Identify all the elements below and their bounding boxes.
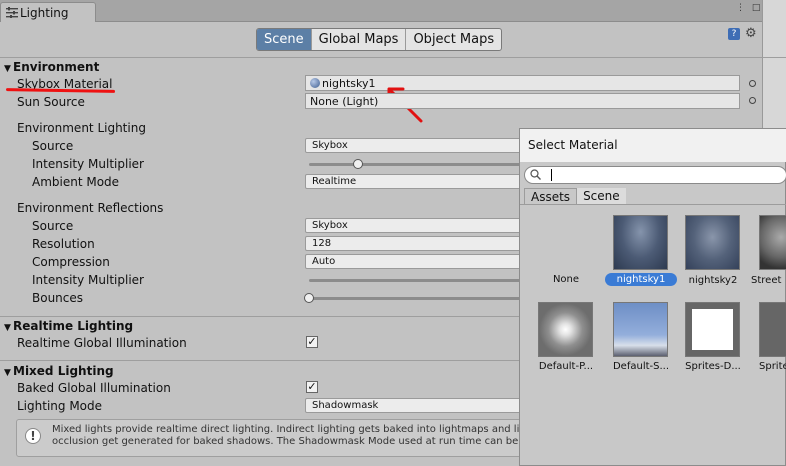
material-thumb-sprites-default[interactable] (685, 302, 740, 357)
material-item-none[interactable]: None (530, 274, 602, 285)
ambient-mode-dropdown[interactable]: Realtime (305, 174, 525, 189)
material-thumb-sprite[interactable] (759, 302, 786, 357)
tab-scene[interactable]: Scene (257, 29, 312, 50)
section-mixed-lighting[interactable]: ▼ Mixed Lighting (4, 364, 114, 378)
divider (520, 204, 786, 205)
reflection-intensity-label: Intensity Multiplier (32, 273, 144, 287)
compression-dropdown[interactable]: Auto (305, 254, 525, 269)
lighting-mode-label: Lighting Mode (17, 399, 103, 413)
skybox-material-field[interactable]: nightsky1 (305, 75, 740, 91)
red-underline-annotation (5, 88, 116, 93)
bounces-slider[interactable] (309, 297, 524, 300)
intensity-slider[interactable] (309, 163, 524, 166)
bounces-label: Bounces (32, 291, 84, 305)
object-picker-icon[interactable] (749, 80, 756, 87)
lighting-settings-icon (6, 7, 18, 18)
material-thumb-street[interactable] (759, 215, 786, 270)
material-item-sprites-default[interactable]: Sprites-D... (677, 361, 749, 372)
baked-gi-label: Baked Global Illumination (17, 381, 171, 395)
lighting-window-tab[interactable]: Lighting (0, 2, 96, 22)
divider (0, 57, 786, 58)
select-material-window: Select Material Assets Scene None nights… (519, 128, 786, 466)
material-item-sprite[interactable]: Sprite (759, 361, 786, 372)
foldout-arrow-icon: ▼ (4, 64, 11, 74)
search-input[interactable] (524, 166, 786, 184)
material-thumb-nightsky1[interactable] (613, 215, 668, 270)
gear-icon[interactable]: ⚙ (745, 26, 757, 41)
window-menu-icon[interactable]: ⋮ □ (736, 3, 762, 13)
sun-source-value: None (Light) (310, 95, 379, 108)
help-book-icon[interactable]: ? (728, 28, 740, 40)
sun-source-field[interactable]: None (Light) (305, 93, 740, 109)
sun-source-label: Sun Source (17, 95, 85, 109)
material-item-nightsky2[interactable]: nightsky2 (677, 275, 749, 286)
material-sphere-icon (310, 78, 320, 88)
skybox-material-value: nightsky1 (322, 77, 376, 90)
reflection-intensity-slider[interactable] (309, 279, 524, 282)
tab-object-maps[interactable]: Object Maps (406, 29, 501, 50)
section-title: Realtime Lighting (13, 319, 134, 333)
section-title: Environment (13, 60, 100, 74)
realtime-gi-checkbox[interactable]: ✓ (306, 336, 318, 348)
object-picker-icon[interactable] (749, 97, 756, 104)
popup-title: Select Material (520, 129, 786, 162)
lighting-tabs: Scene Global Maps Object Maps (256, 28, 503, 51)
tab-assets[interactable]: Assets (524, 188, 578, 205)
material-item-street[interactable]: Street (751, 275, 786, 286)
window-title: Lighting (20, 6, 69, 20)
info-icon: ! (25, 428, 41, 444)
ambient-mode-label: Ambient Mode (32, 175, 120, 189)
sprite-square (692, 309, 733, 350)
window-titlebar: Lighting ⋮ □ (0, 0, 786, 22)
search-icon (530, 169, 541, 180)
reflection-source-label: Source (32, 219, 74, 233)
resolution-dropdown[interactable]: 128 (305, 236, 525, 251)
tab-scene-objects[interactable]: Scene (577, 188, 626, 205)
lighting-mode-dropdown[interactable]: Shadowmask (305, 398, 525, 413)
material-item-nightsky1[interactable]: nightsky1 (605, 273, 677, 286)
intensity-slider-handle[interactable] (353, 159, 364, 169)
help-box: ! Mixed lights provide realtime direct l… (16, 419, 526, 457)
material-thumb-nightsky2[interactable] (685, 215, 740, 270)
section-title: Mixed Lighting (13, 364, 114, 378)
background-window-strip (762, 0, 786, 130)
text-cursor (551, 169, 552, 181)
bounces-slider-handle[interactable] (304, 293, 314, 303)
material-item-default-particle[interactable]: Default-P... (530, 361, 602, 372)
intensity-multiplier-label: Intensity Multiplier (32, 157, 144, 171)
realtime-gi-label: Realtime Global Illumination (17, 336, 187, 350)
resolution-label: Resolution (32, 237, 95, 251)
environment-reflections-header: Environment Reflections (17, 201, 164, 215)
environment-lighting-header: Environment Lighting (17, 121, 146, 135)
source-label: Source (32, 139, 74, 153)
section-realtime-lighting[interactable]: ▼ Realtime Lighting (4, 319, 133, 333)
material-thumb-default-particle[interactable] (538, 302, 593, 357)
foldout-arrow-icon: ▼ (4, 323, 11, 333)
baked-gi-checkbox[interactable]: ✓ (306, 381, 318, 393)
popup-tabs: Assets Scene (524, 188, 626, 205)
tab-global-maps[interactable]: Global Maps (312, 29, 407, 50)
source-dropdown[interactable]: Skybox (305, 138, 525, 153)
section-environment[interactable]: ▼ Environment (4, 60, 99, 74)
material-item-default-skybox[interactable]: Default-S... (605, 361, 677, 372)
compression-label: Compression (32, 255, 110, 269)
foldout-arrow-icon: ▼ (4, 368, 11, 378)
help-text: Mixed lights provide realtime direct lig… (52, 424, 520, 450)
reflection-source-dropdown[interactable]: Skybox (305, 218, 525, 233)
material-thumb-default-skybox[interactable] (613, 302, 668, 357)
